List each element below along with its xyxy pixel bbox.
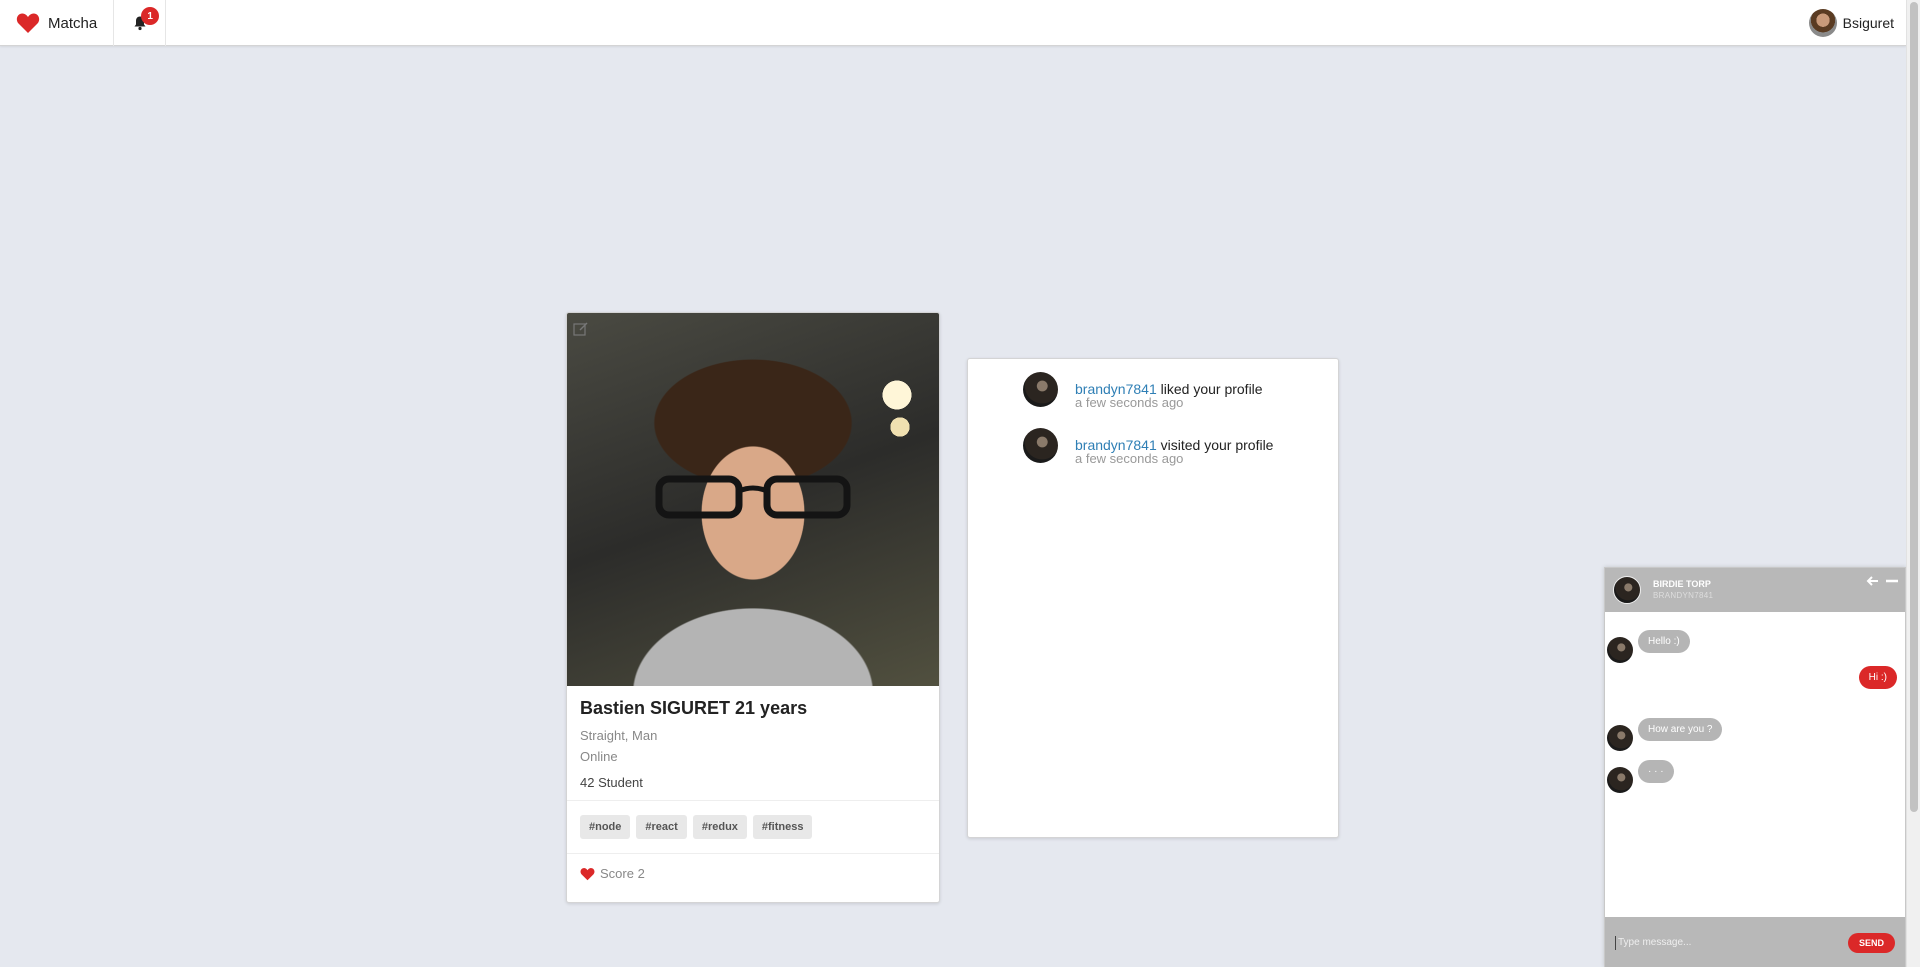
username-label: Bsiguret: [1842, 14, 1894, 31]
brand-link[interactable]: Matcha: [0, 0, 115, 46]
notification-text: brandyn7841 liked your profile: [1075, 372, 1263, 396]
notification-text: brandyn7841 visited your profile: [1075, 428, 1273, 452]
brand-name: Matcha: [48, 14, 98, 32]
chat-contact-name: BIRDIE TORP: [1653, 579, 1711, 589]
chat-messages: Hello :) Hi :) How are you ? · · ·: [1605, 612, 1905, 917]
notification-avatar[interactable]: [1023, 372, 1058, 407]
typing-indicator: · · ·: [1638, 760, 1674, 783]
notification-avatar[interactable]: [1023, 428, 1058, 463]
chat-header[interactable]: BIRDIE TORP BRANDYN7841: [1605, 568, 1905, 612]
chat-message-received: Hello :): [1607, 630, 1690, 663]
send-button[interactable]: SEND: [1847, 932, 1895, 953]
chat-contact-username: BRANDYN7841: [1653, 591, 1714, 600]
chat-window: BIRDIE TORP BRANDYN7841 Hello :) Hi :) H…: [1604, 567, 1906, 967]
message-avatar: [1607, 637, 1633, 663]
chat-message-sent: Hi :): [1858, 666, 1897, 689]
notifications-panel: brandyn7841 liked your profile a few sec…: [967, 358, 1339, 838]
profile-orientation-gender: Straight, Man: [580, 728, 658, 743]
score-label: Score 2: [600, 866, 645, 881]
user-menu[interactable]: Bsiguret: [1808, 0, 1906, 45]
notification-count-badge: 1: [141, 7, 160, 25]
message-bubble: Hello :): [1638, 630, 1690, 653]
heart-icon: [580, 867, 595, 880]
edit-icon[interactable]: [573, 321, 589, 337]
profile-status: Online: [580, 749, 618, 764]
chat-contact-avatar: [1613, 576, 1641, 604]
notification-time: a few seconds ago: [1075, 395, 1184, 410]
profile-card: Bastien SIGURET 21 years Straight, Man O…: [566, 312, 940, 903]
notification-item: brandyn7841 liked your profile a few sec…: [968, 372, 1338, 428]
glasses-illustration: [655, 475, 851, 519]
profile-bio: 42 Student: [580, 775, 643, 790]
chat-message-received: How are you ?: [1607, 718, 1723, 751]
tag-node[interactable]: #node: [580, 815, 631, 839]
profile-score: Score 2: [567, 854, 939, 893]
top-navbar: Matcha 1 Bsiguret: [0, 0, 1906, 46]
message-avatar: [1607, 725, 1633, 751]
page-scrollbar[interactable]: [1906, 0, 1920, 967]
heart-logo-icon: [16, 13, 40, 33]
chat-message-received: · · ·: [1607, 760, 1674, 793]
profile-info: Bastien SIGURET 21 years Straight, Man O…: [567, 686, 939, 800]
tag-fitness[interactable]: #fitness: [752, 815, 813, 839]
notifications-button[interactable]: 1: [114, 0, 167, 46]
chat-message-input[interactable]: [1615, 935, 1848, 950]
tag-redux[interactable]: #redux: [692, 815, 747, 839]
notification-item: brandyn7841 visited your profile a few s…: [968, 428, 1338, 484]
scrollbar-thumb[interactable]: [1910, 2, 1918, 812]
message-avatar: [1607, 767, 1633, 793]
message-bubble: Hi :): [1858, 666, 1897, 689]
profile-name-age: Bastien SIGURET 21 years: [580, 698, 808, 718]
notification-time: a few seconds ago: [1075, 451, 1184, 466]
profile-tags: #node #react #redux #fitness: [567, 801, 939, 853]
profile-photo: [567, 313, 939, 686]
tag-react[interactable]: #react: [636, 815, 687, 839]
minimize-icon[interactable]: [1885, 574, 1899, 588]
arrow-left-icon[interactable]: [1866, 574, 1880, 588]
user-avatar: [1808, 8, 1837, 37]
chat-footer: SEND: [1605, 917, 1905, 967]
message-bubble: How are you ?: [1638, 718, 1723, 741]
